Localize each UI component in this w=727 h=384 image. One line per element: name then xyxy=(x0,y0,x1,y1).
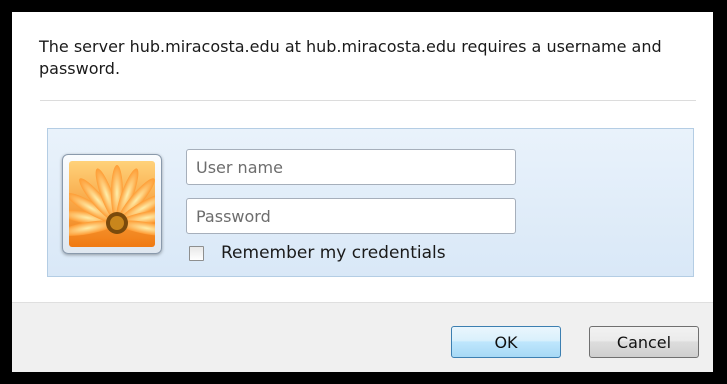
cancel-button[interactable]: Cancel xyxy=(589,326,699,358)
password-input[interactable] xyxy=(186,198,516,234)
dialog-message: The server hub.miracosta.edu at hub.mira… xyxy=(39,37,662,78)
orange-flower-user-picture-icon xyxy=(69,161,155,247)
user-picture-tile xyxy=(62,154,162,254)
credentials-dialog: The server hub.miracosta.edu at hub.mira… xyxy=(12,12,713,372)
remember-credentials-checkbox[interactable] xyxy=(189,245,204,261)
ok-button[interactable]: OK xyxy=(451,326,561,358)
remember-credentials-row[interactable]: Remember my credentials xyxy=(189,240,446,266)
dialog-footer: OK Cancel xyxy=(12,302,713,372)
credential-panel: Remember my credentials xyxy=(47,128,694,277)
message-divider xyxy=(40,100,696,101)
username-input[interactable] xyxy=(186,149,516,185)
remember-credentials-label[interactable]: Remember my credentials xyxy=(221,243,446,263)
